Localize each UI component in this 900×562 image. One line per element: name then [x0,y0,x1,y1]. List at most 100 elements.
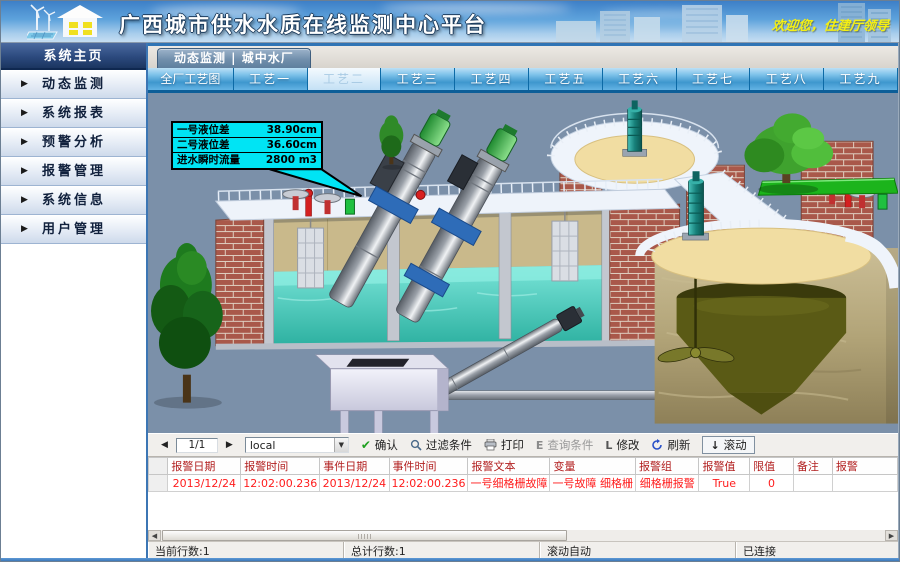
process-tab-bar: 全厂工艺图工艺一工艺二工艺三工艺四工艺五工艺六工艺七工艺八工艺九 [148,68,898,93]
status-segment: 当前行数:1 [148,542,344,558]
status-segment: 滚动自动 [540,542,736,558]
prev-page-button[interactable]: ◀ [161,440,168,450]
hopper [316,355,449,433]
process-tab[interactable]: 全厂工艺图 [148,68,234,90]
view-tab[interactable]: 动态监测 | 城中水厂 [157,48,311,68]
status-bar: 当前行数:1总计行数:1滚动自动已连接 [148,541,898,558]
view-tab-bar: 动态监测 | 城中水厂 [148,43,898,68]
modify-icon: L [605,439,612,452]
arrow-right-icon: ▶ [21,100,28,127]
server-dropdown[interactable]: local ▼ [245,437,349,453]
filter-button[interactable]: 过滤条件 [410,437,472,453]
scrollbar-thumb[interactable] [162,530,567,541]
sidebar: 系统主页 ▶动态监测▶系统报表▶预警分析▶报警管理▶系统信息▶用户管理 [1,43,148,558]
table-cell: 0 [750,475,794,492]
acknowledge-button[interactable]: ✔ 确认 [361,437,398,453]
arrow-right-icon: ▶ [21,129,28,156]
table-cell: 细格栅报警 [635,475,699,492]
query-icon: E [536,439,544,452]
sidebar-item[interactable]: ▶动态监测 [1,70,146,99]
process-tab[interactable]: 工艺八 [750,68,824,90]
table-cell: True [699,475,750,492]
alarm-table: 报警日期报警时间事件日期事件时间报警文本变量报警组报警值限值备注报警2013/1… [148,457,898,492]
printer-icon [484,439,497,451]
process-tab[interactable]: 工艺六 [603,68,677,90]
welcome-message: 欢迎您，住建厅领导 [771,15,890,34]
column-header[interactable]: 报警文本 [468,458,550,475]
sidebar-item[interactable]: ▶报警管理 [1,157,146,186]
app-window: 广西城市供水水质在线监测中心平台 欢迎您，住建厅领导 [0,0,900,562]
autoscroll-toggle[interactable]: ↓ 滚动 [702,436,754,454]
column-header[interactable]: 报警组 [635,458,699,475]
alarm-table-container: 报警日期报警时间事件日期事件时间报警文本变量报警组报警值限值备注报警2013/1… [148,457,898,529]
chevron-down-icon[interactable]: ▼ [334,438,348,452]
app-title: 广西城市供水水质在线监测中心平台 [119,9,487,39]
process-tab[interactable]: 工艺七 [677,68,751,90]
column-header[interactable]: 限值 [750,458,794,475]
main-panel: 动态监测 | 城中水厂 全厂工艺图工艺一工艺二工艺三工艺四工艺五工艺六工艺七工艺… [148,43,899,558]
column-header[interactable]: 变量 [550,458,636,475]
process-diagram: 一号液位差38.90cm二号液位差36.60cm进水瞬时流量2800 m3 [148,93,898,433]
next-page-button[interactable]: ▶ [226,440,233,450]
column-header[interactable]: 报警日期 [168,458,241,475]
column-header[interactable]: 备注 [793,458,832,475]
sidebar-item[interactable]: ▶系统信息 [1,186,146,215]
process-tab[interactable]: 工艺九 [824,68,898,90]
column-header[interactable]: 报警 [832,458,897,475]
table-cell: 2013/12/24 [168,475,241,492]
check-icon: ✔ [361,438,371,452]
sludge-pipe [437,391,661,400]
scroll-left-arrow[interactable]: ◀ [148,530,161,541]
tree-left [151,243,223,409]
refresh-icon [651,439,663,451]
refresh-button[interactable]: 刷新 [651,437,690,453]
measurement-callout: 一号液位差38.90cm二号液位差36.60cm进水瞬时流量2800 m3 [171,121,323,170]
measurement-row: 进水瞬时流量2800 m3 [173,153,321,168]
table-row[interactable]: 2013/12/2412:02:00.2362013/12/2412:02:00… [149,475,898,492]
status-segment: 总计行数:1 [344,542,540,558]
process-tab[interactable]: 工艺三 [381,68,455,90]
sidebar-item[interactable]: ▶系统报表 [1,99,146,128]
table-cell: 一号细格栅故障 [468,475,550,492]
page-indicator: 1/1 [176,438,218,453]
app-header: 广西城市供水水质在线监测中心平台 欢迎您，住建厅领导 [1,1,899,43]
table-cell: 一号故障 细格栅 [550,475,636,492]
sidebar-item[interactable]: ▶用户管理 [1,215,146,244]
column-header[interactable]: 事件日期 [320,458,389,475]
row-selector-cell [149,475,168,492]
platform-logo-icon [27,3,117,41]
server-dropdown-value: local [246,439,334,452]
alarm-toolbar: ◀ 1/1 ▶ local ▼ ✔ 确认 过滤条件 打印 [148,433,898,457]
arrow-right-icon: ▶ [21,187,28,214]
table-cell: 12:02:00.236 [389,475,468,492]
bottom-strip [1,558,899,562]
process-tab[interactable]: 工艺四 [455,68,529,90]
modify-button[interactable]: L 修改 [605,437,639,453]
column-header[interactable]: 事件时间 [389,458,468,475]
column-header[interactable]: 报警值 [699,458,750,475]
arrow-right-icon: ▶ [21,216,28,243]
status-segment: 已连接 [736,542,898,558]
measurement-row: 一号液位差38.90cm [173,123,321,138]
horizontal-scrollbar[interactable]: ◀ ▶ [148,529,898,541]
process-tab[interactable]: 工艺一 [234,68,308,90]
row-selector-header[interactable] [149,458,168,475]
table-cell: 12:02:00.236 [241,475,320,492]
process-tab[interactable]: 工艺二 [308,68,382,90]
measurement-row: 二号液位差36.60cm [173,138,321,153]
arrow-right-icon: ▶ [21,158,28,185]
query-button[interactable]: E 查询条件 [536,437,594,453]
arrow-right-icon: ▶ [21,71,28,98]
scroll-right-arrow[interactable]: ▶ [885,530,898,541]
arrow-down-icon: ↓ [710,439,719,452]
magnifier-icon [410,439,422,451]
table-cell: 2013/12/24 [320,475,389,492]
table-cell [832,475,897,492]
table-cell [793,475,832,492]
sidebar-item[interactable]: ▶预警分析 [1,128,146,157]
tree-right [744,113,898,195]
column-header[interactable]: 报警时间 [241,458,320,475]
process-tab[interactable]: 工艺五 [529,68,603,90]
print-button[interactable]: 打印 [484,437,524,453]
sidebar-home[interactable]: 系统主页 [1,43,146,70]
